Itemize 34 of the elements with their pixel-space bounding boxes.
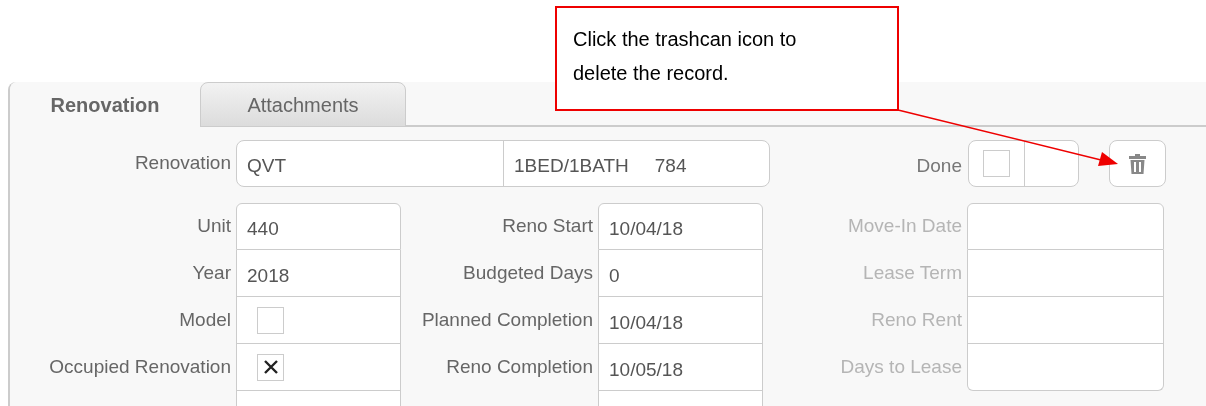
x-mark-icon (262, 359, 279, 375)
input-field[interactable]: 0 (598, 250, 763, 297)
field-value: 10/04/18 (609, 310, 683, 335)
field-value: 10/04/18 (609, 217, 683, 242)
field-label: Move-In Date (846, 214, 963, 239)
checkbox[interactable] (983, 150, 1010, 177)
field-label: Budgeted Days (462, 261, 594, 286)
field-value: 440 (247, 217, 279, 242)
field-label: Days to Lease (839, 355, 963, 380)
tab[interactable]: Attachments (200, 82, 406, 127)
input-field[interactable]: 10/05/18 (598, 344, 763, 391)
field-label: Done (915, 154, 963, 179)
field-value: 0 (609, 263, 620, 288)
field-label: Unit (196, 214, 232, 239)
field-label: Reno Rent (870, 308, 963, 333)
field-label: Lease Term (862, 261, 963, 286)
field-label: Renovation (133, 151, 232, 176)
field-label: Planned Completion (420, 308, 594, 333)
field-label: Model (178, 308, 232, 333)
field-label: Year (191, 261, 232, 286)
input-field[interactable]: 440 (236, 203, 401, 250)
field-label: Reno Start (501, 214, 594, 239)
field-value: 10/05/18 (609, 357, 683, 382)
checkbox[interactable] (257, 353, 284, 381)
input-field[interactable]: 10/04/18 (598, 297, 763, 344)
input-field[interactable]: 10/04/18 (598, 203, 763, 250)
input-field[interactable]: 2018 (236, 250, 401, 297)
trash-icon (1129, 153, 1146, 174)
field-label: Occupied Renovation (48, 355, 232, 380)
callout-box: Click the trashcan icon to delete the record. (555, 6, 899, 111)
field-label: Reno Completion (445, 355, 594, 380)
field-value: 2018 (247, 263, 290, 288)
delete-button[interactable] (1109, 140, 1166, 187)
checkbox[interactable] (257, 306, 284, 334)
